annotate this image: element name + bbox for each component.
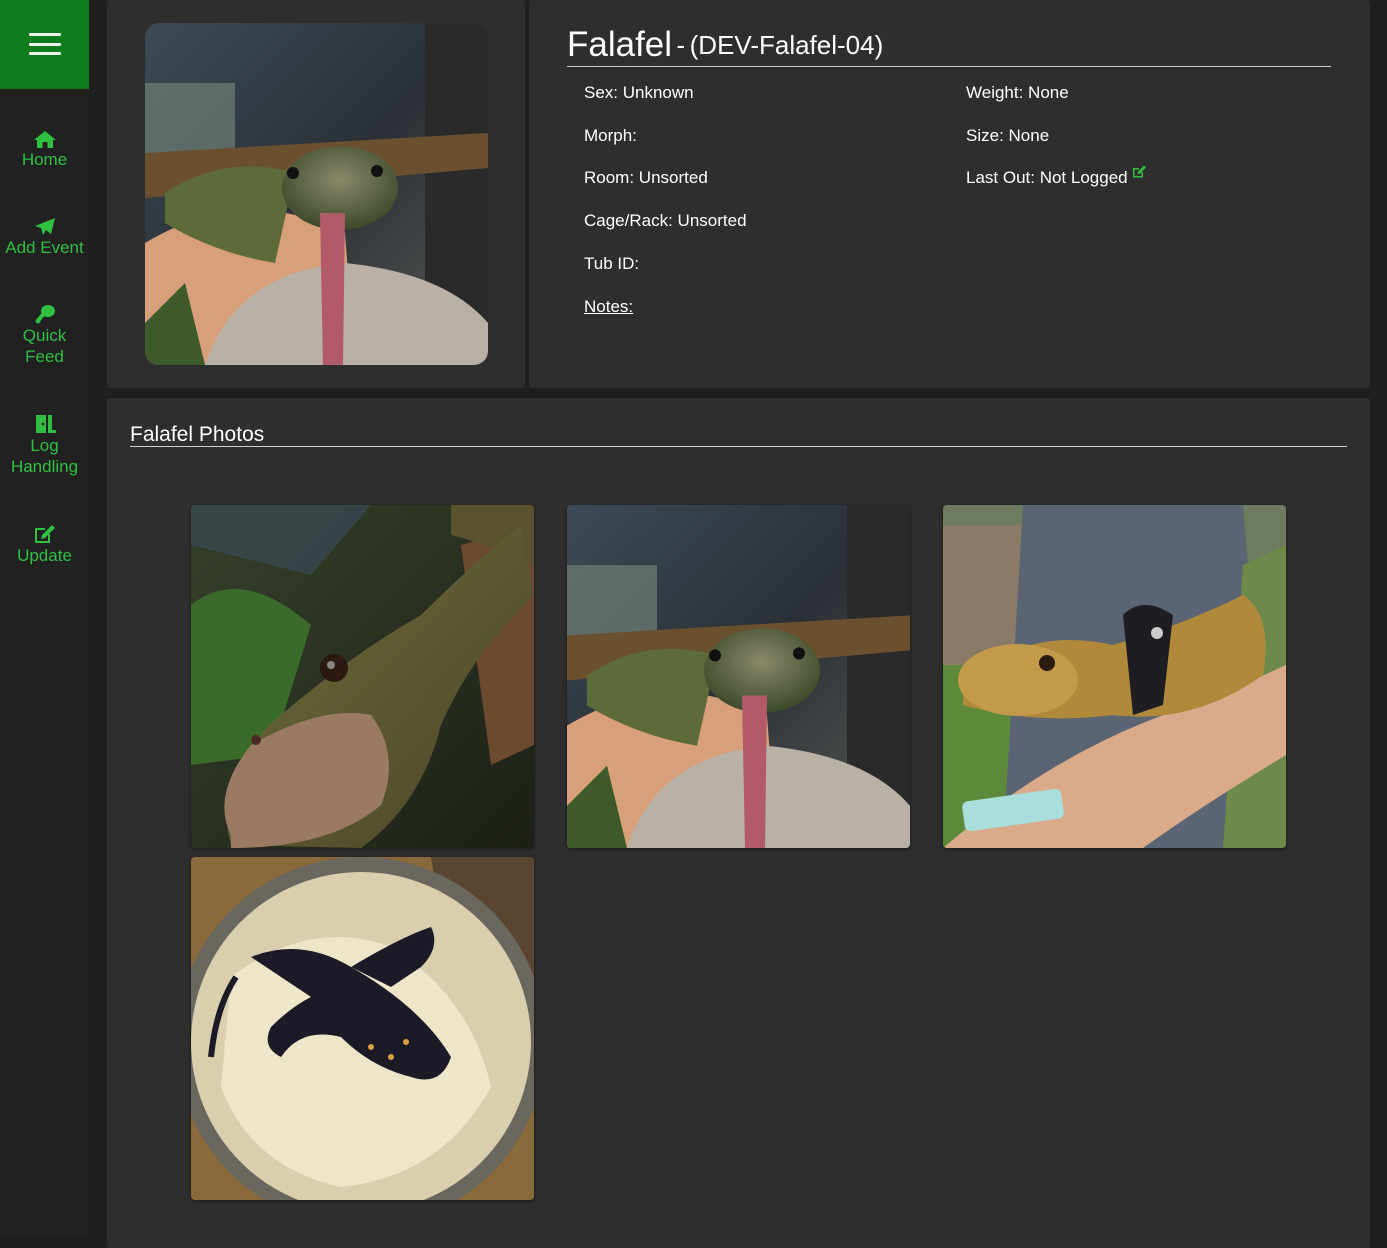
hamburger-icon [29, 33, 61, 36]
hamburger-icon-bar [29, 43, 61, 46]
nav-item-quick-feed[interactable]: Quick Feed [0, 304, 89, 367]
lizard-container-image [191, 857, 534, 1200]
morph-field: Morph: [584, 126, 637, 145]
animal-name: Falafel [567, 25, 673, 64]
sidebar: Home Add Event Quick Feed Log Handling U… [0, 0, 89, 1236]
animal-code: (DEV-Falafel-04) [689, 30, 884, 60]
nav-item-label: Add Event [5, 238, 84, 257]
nav-item-label: Update [17, 546, 72, 565]
room-field: Room: Unsorted [584, 168, 708, 187]
photo-thumbnail[interactable] [191, 857, 534, 1200]
nav-item-home[interactable]: Home [0, 130, 89, 170]
lizard-harness-image [943, 505, 1286, 848]
nav-item-update[interactable]: Update [0, 524, 89, 566]
menu-toggle-button[interactable] [0, 0, 89, 89]
size-field: Size: None [966, 126, 1050, 145]
lizard-closeup-image [191, 505, 534, 848]
nav-item-label: Log Handling [10, 436, 79, 476]
profile-photo[interactable] [145, 23, 488, 365]
photo-thumbnail[interactable] [943, 505, 1286, 848]
title-separator: - [676, 30, 686, 60]
edit-icon [34, 525, 55, 543]
nav-item-label: Quick Feed [22, 326, 67, 366]
last-out-field: Last Out: Not Logged [966, 165, 1147, 189]
door-exit-icon [35, 415, 56, 433]
photos-section-title: Falafel Photos [130, 423, 1347, 447]
last-out-text: Last Out: Not Logged [966, 168, 1128, 187]
lizard-tongue-image [145, 23, 488, 365]
notes-link[interactable]: Notes: [584, 296, 633, 318]
weight-field: Weight: None [966, 83, 1069, 102]
home-icon [33, 131, 56, 148]
sex-field: Sex: Unknown [584, 83, 694, 102]
cage-rack-field: Cage/Rack: Unsorted [584, 211, 747, 230]
lizard-tongue-image [567, 505, 910, 848]
nav-item-add-event[interactable]: Add Event [0, 217, 89, 258]
paper-plane-icon [34, 218, 55, 235]
tub-id-field: Tub ID: [584, 254, 640, 273]
photo-thumbnail[interactable] [567, 505, 910, 848]
drumstick-icon [35, 305, 55, 324]
edit-icon[interactable] [1132, 165, 1147, 178]
photo-thumbnail[interactable] [191, 505, 534, 848]
page-title: Falafel - (DEV-Falafel-04) [567, 24, 1331, 67]
nav-item-log-handling[interactable]: Log Handling [0, 414, 89, 477]
nav-item-label: Home [21, 150, 68, 169]
hamburger-icon-bar [29, 52, 61, 55]
